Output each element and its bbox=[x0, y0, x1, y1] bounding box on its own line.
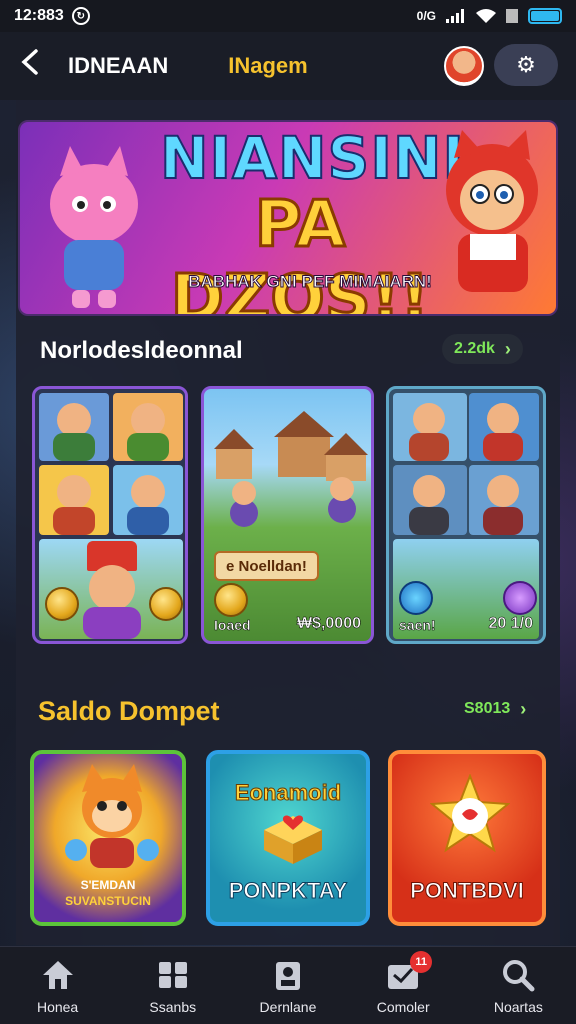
games-see-all-label: 2.2dk bbox=[454, 340, 495, 357]
game-card-2-price: ₩$,0000 bbox=[296, 615, 362, 633]
game-card-2[interactable]: e Noelldan! Ioaed ₩$,0000 bbox=[201, 386, 374, 644]
games-see-all-button[interactable]: 2.2dk › bbox=[442, 334, 523, 364]
nav-home-label: Honea bbox=[36, 998, 79, 1015]
game-card-3-caption: saen! bbox=[399, 617, 436, 634]
character-thumbnail bbox=[469, 465, 539, 535]
nav-games[interactable]: Ssanbs bbox=[118, 957, 228, 1015]
app-title: IDNEAAN bbox=[68, 53, 169, 78]
wallet-card-2-title: Eonamoid bbox=[234, 780, 342, 806]
back-button[interactable] bbox=[20, 49, 50, 83]
nav-search-label: Noartas bbox=[493, 998, 543, 1015]
treasure-box-icon bbox=[264, 815, 322, 864]
chevron-right-icon: › bbox=[504, 338, 511, 359]
banner-headline-2: PA DZOS!! bbox=[169, 187, 430, 316]
character-thumbnail bbox=[469, 393, 539, 461]
character-thumbnail bbox=[393, 465, 467, 535]
status-bar: 12:883 ↻ 0/G bbox=[0, 0, 576, 32]
coin-icon bbox=[149, 587, 183, 621]
wallet-card-2[interactable]: Eonamoid PONPKTAY bbox=[206, 750, 370, 926]
coin-icon bbox=[45, 587, 79, 621]
avatar[interactable] bbox=[444, 46, 484, 86]
banner-headline-1: NIANSINI bbox=[159, 123, 466, 193]
character-thumbnail bbox=[39, 465, 109, 535]
coin-icon bbox=[214, 583, 248, 617]
grid-icon bbox=[155, 957, 191, 993]
wallet-card-3[interactable]: PONTBDVI bbox=[388, 750, 546, 926]
mascot-left-illustration bbox=[50, 146, 138, 308]
sync-icon: ↻ bbox=[71, 7, 90, 25]
search-icon bbox=[500, 957, 536, 993]
wallet-card-2-label: PONPKTAY bbox=[228, 878, 348, 904]
wallet-card-1[interactable]: S'EMDAN SUVANSTUCIN bbox=[30, 750, 186, 926]
game-card-2-caption: Ioaed bbox=[214, 617, 251, 634]
settings-button[interactable]: ⚙ bbox=[494, 44, 558, 86]
mascot-right-illustration bbox=[446, 130, 538, 292]
star-mascot-icon bbox=[430, 774, 510, 853]
wallet-see-all-label: S8013 bbox=[464, 700, 511, 717]
nav-inbox-label: Comoler bbox=[376, 998, 430, 1015]
fox-mascot-illustration bbox=[65, 764, 159, 868]
game-card-1[interactable] bbox=[32, 386, 188, 644]
village-scene-illustration bbox=[214, 411, 368, 527]
nav-search[interactable]: Noartas bbox=[463, 957, 573, 1015]
nav-inbox[interactable]: 11 Comoler bbox=[348, 950, 458, 1015]
status-time: 12:883 bbox=[14, 7, 64, 24]
wallet-section-title: Saldo Dompet bbox=[38, 696, 220, 726]
character-thumbnail bbox=[39, 393, 109, 461]
chevron-right-icon: › bbox=[520, 698, 527, 719]
nav-home[interactable]: Honea bbox=[3, 957, 113, 1015]
promo-banner[interactable]: NIANSINI PA DZOS!! BABHAK GNI PEF MIMAIA… bbox=[18, 120, 558, 316]
nav-wallet-label: Dernlane bbox=[259, 998, 317, 1015]
wallet-card-1-sublabel: SUVANSTUCIN bbox=[65, 894, 151, 908]
wallet-card-1-label: S'EMDAN bbox=[80, 878, 136, 892]
home-icon bbox=[40, 957, 76, 993]
character-thumbnail bbox=[393, 393, 467, 461]
sim-icon bbox=[506, 9, 518, 23]
banner-subtitle: BABHAK GNI PEF MIMAIARN! bbox=[188, 272, 433, 292]
games-section-title: Norlodesldeonnal bbox=[40, 337, 243, 364]
game-tag-label: e Noelldan! bbox=[214, 551, 319, 581]
wallet-card-3-label: PONTBDVI bbox=[410, 878, 525, 904]
game-card-3-price: 20 1/0 bbox=[488, 615, 533, 633]
chevron-left-icon bbox=[21, 49, 38, 75]
top-app-bar: IDNEAAN INagem ⚙ bbox=[0, 32, 576, 100]
bottom-nav: Honea Ssanbs Dernlane 11 Comoler Noartas bbox=[0, 946, 576, 1024]
character-thumbnail bbox=[113, 393, 183, 461]
signal-icon bbox=[446, 9, 464, 23]
character-thumbnail bbox=[113, 465, 183, 535]
status-net-text: 0/G bbox=[416, 9, 436, 23]
wallet-see-all-button[interactable]: S8013 › bbox=[452, 694, 538, 724]
gear-icon: ⚙ bbox=[516, 52, 536, 77]
star-gem-icon bbox=[503, 581, 537, 615]
notification-badge: 11 bbox=[410, 950, 433, 973]
wallet-icon bbox=[270, 957, 306, 993]
game-card-3[interactable]: saen! 20 1/0 bbox=[386, 386, 546, 644]
nav-wallet[interactable]: Dernlane bbox=[233, 957, 343, 1015]
gem-icon bbox=[399, 581, 433, 615]
page-label[interactable]: INagem bbox=[228, 53, 307, 79]
nav-games-label: Ssanbs bbox=[149, 998, 197, 1015]
wifi-icon bbox=[476, 9, 496, 23]
battery-icon bbox=[528, 8, 562, 24]
